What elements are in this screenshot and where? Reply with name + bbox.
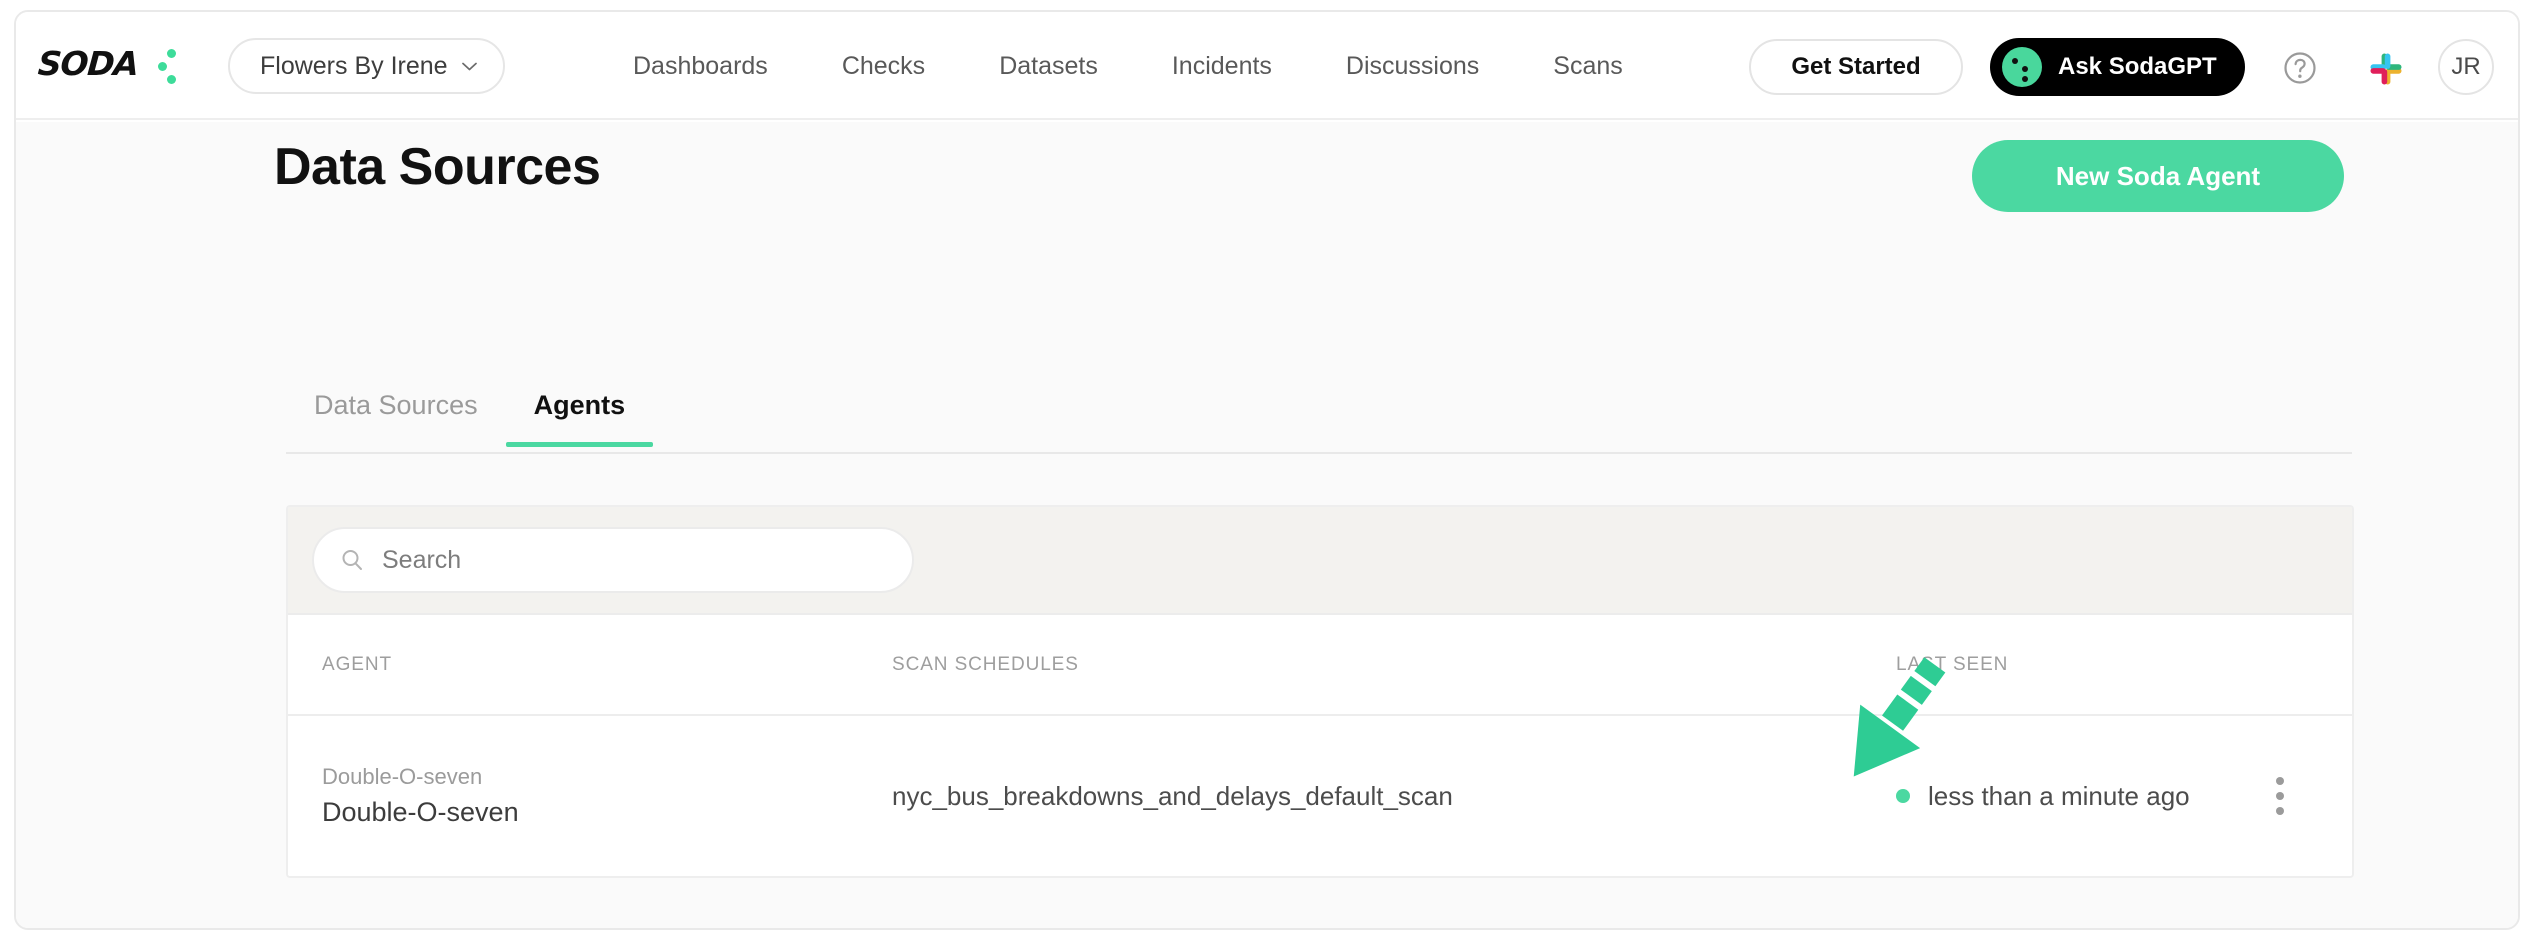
cell-actions xyxy=(2276,777,2352,815)
ask-sodagpt-label: Ask SodaGPT xyxy=(2058,53,2217,81)
app-frame: SODA Flowers By Irene Dashboards Checks … xyxy=(14,10,2520,930)
get-started-button[interactable]: Get Started xyxy=(1749,39,1963,95)
nav-item-checks[interactable]: Checks xyxy=(805,52,962,81)
ask-sodagpt-button[interactable]: Ask SodaGPT xyxy=(1990,38,2245,96)
nav-item-dashboards[interactable]: Dashboards xyxy=(596,52,805,81)
question-circle-icon[interactable] xyxy=(2284,52,2316,84)
chevron-down-icon xyxy=(462,62,477,71)
main-nav: Dashboards Checks Datasets Incidents Dis… xyxy=(596,12,1660,120)
top-navigation-bar: SODA Flowers By Irene Dashboards Checks … xyxy=(16,12,2518,120)
app-window: SODA Flowers By Irene Dashboards Checks … xyxy=(0,0,2534,940)
nav-item-discussions[interactable]: Discussions xyxy=(1309,52,1516,81)
soda-logo-text: SODA xyxy=(37,44,140,83)
status-dot-icon xyxy=(1896,789,1910,803)
agent-name-label: Double-O-seven xyxy=(322,797,892,828)
search-icon xyxy=(340,548,364,572)
cell-last-seen: less than a minute ago xyxy=(1896,781,2276,812)
tab-bar: Data Sources Agents xyxy=(286,390,2352,454)
search-toolbar xyxy=(288,507,2352,615)
tab-data-sources[interactable]: Data Sources xyxy=(286,390,506,445)
column-header-agent: AGENT xyxy=(288,654,892,676)
sodagpt-avatar-icon xyxy=(2002,47,2042,87)
soda-dots-logo-icon xyxy=(154,48,180,86)
tab-agents[interactable]: Agents xyxy=(506,390,654,445)
cell-agent: Double-O-seven Double-O-seven xyxy=(288,764,892,828)
avatar-initials: JR xyxy=(2451,53,2480,81)
agent-sub-label: Double-O-seven xyxy=(322,764,892,790)
search-input[interactable] xyxy=(382,546,862,575)
slack-icon[interactable] xyxy=(2369,52,2403,86)
org-selector-label: Flowers By Irene xyxy=(260,52,448,81)
last-seen-text: less than a minute ago xyxy=(1928,781,2190,812)
nav-item-datasets[interactable]: Datasets xyxy=(962,52,1135,81)
nav-item-incidents[interactable]: Incidents xyxy=(1135,52,1309,81)
org-selector[interactable]: Flowers By Irene xyxy=(228,38,505,94)
soda-logo[interactable]: SODA xyxy=(38,44,188,90)
new-soda-agent-button[interactable]: New Soda Agent xyxy=(1972,140,2344,212)
table-header-row: AGENT SCAN SCHEDULES LAST SEEN xyxy=(288,615,2352,716)
column-header-scan-schedules: SCAN SCHEDULES xyxy=(892,654,1896,676)
kebab-menu-icon[interactable] xyxy=(2276,777,2284,815)
column-header-last-seen: LAST SEEN xyxy=(1896,654,2276,676)
user-avatar[interactable]: JR xyxy=(2438,39,2494,95)
table-row[interactable]: Double-O-seven Double-O-seven nyc_bus_br… xyxy=(288,716,2352,876)
nav-item-scans[interactable]: Scans xyxy=(1516,52,1659,81)
cell-scan-schedules: nyc_bus_breakdowns_and_delays_default_sc… xyxy=(892,781,1896,812)
page-title: Data Sources xyxy=(274,137,600,197)
search-box[interactable] xyxy=(312,527,914,593)
agents-panel: AGENT SCAN SCHEDULES LAST SEEN Double-O-… xyxy=(286,505,2354,878)
